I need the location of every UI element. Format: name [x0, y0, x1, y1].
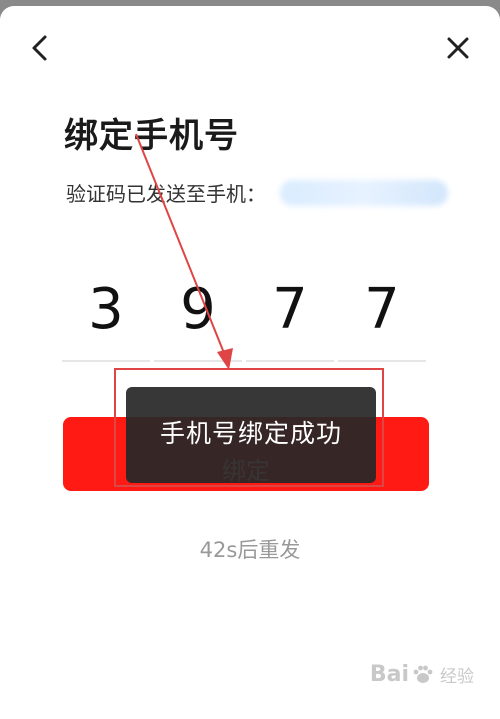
watermark-brand-left: Bai — [369, 662, 409, 687]
watermark-brand-right: 经验 — [440, 667, 474, 687]
baidu-jingyan-watermark: Bai 经验 — [370, 662, 474, 687]
paw-icon — [413, 665, 433, 683]
annotation-arrow — [135, 133, 233, 370]
